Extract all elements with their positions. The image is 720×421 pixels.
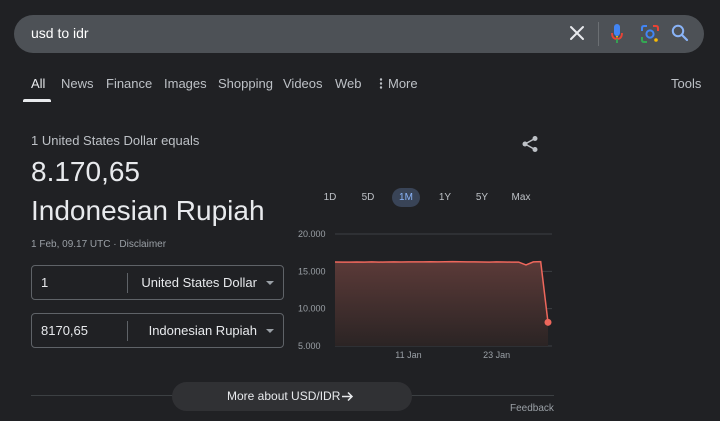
equals-label: 1 United States Dollar equals [31, 133, 200, 148]
exchange-rate-chart[interactable]: 20.000 15.000 10.000 5.000 11 Jan 23 Jan [290, 222, 560, 362]
microphone-icon[interactable] [609, 23, 625, 45]
search-bar[interactable] [14, 15, 704, 53]
y-tick-label: 15.000 [298, 266, 326, 276]
converted-unit: Indonesian Rupiah [31, 195, 265, 226]
range-5y[interactable]: 5Y [471, 188, 493, 207]
range-1d[interactable]: 1D [319, 188, 341, 207]
active-tab-indicator [23, 99, 51, 102]
y-tick-label: 10.000 [298, 304, 326, 314]
to-amount-input[interactable]: 8170,65 [41, 323, 88, 338]
more-dots-icon [379, 78, 383, 89]
range-5d[interactable]: 5D [357, 188, 379, 207]
more-about-button[interactable]: More about USD/IDR [172, 382, 412, 411]
chart-area-fill [335, 261, 548, 346]
feedback-link[interactable]: Feedback [510, 403, 554, 415]
search-icon[interactable] [671, 24, 689, 42]
x-tick-label: 11 Jan [395, 350, 421, 360]
to-currency-select[interactable]: Indonesian Rupiah [149, 323, 257, 338]
arrow-right-icon [342, 391, 354, 402]
search-input[interactable]: usd to idr [31, 24, 89, 42]
from-currency-box: 1 United States Dollar [31, 265, 284, 300]
tab-web[interactable]: Web [335, 76, 362, 91]
range-max[interactable]: Max [507, 188, 535, 207]
tab-more-label: More [388, 76, 418, 91]
lens-icon[interactable] [640, 24, 660, 44]
converted-value: 8.170,65 [31, 156, 140, 187]
from-currency-select[interactable]: United States Dollar [141, 275, 257, 290]
y-tick-label: 5.000 [298, 341, 321, 351]
tab-videos[interactable]: Videos [283, 76, 323, 91]
timestamp-disclaimer[interactable]: 1 Feb, 09.17 UTC · Disclaimer [31, 238, 166, 251]
tab-shopping[interactable]: Shopping [218, 76, 273, 91]
tab-more[interactable]: More [379, 76, 418, 91]
tools-button[interactable]: Tools [671, 76, 701, 91]
tab-all[interactable]: All [31, 76, 45, 91]
x-tick-label: 23 Jan [483, 350, 510, 360]
more-about-label: More about USD/IDR [227, 389, 341, 403]
chevron-down-icon[interactable] [266, 329, 274, 333]
box-separator [127, 321, 128, 341]
tab-images[interactable]: Images [164, 76, 207, 91]
range-1m[interactable]: 1M [392, 188, 420, 207]
share-icon[interactable] [521, 135, 539, 153]
box-separator [127, 273, 128, 293]
y-tick-label: 20.000 [298, 229, 326, 239]
to-currency-box: 8170,65 Indonesian Rupiah [31, 313, 284, 348]
tab-news[interactable]: News [61, 76, 94, 91]
search-divider [598, 22, 599, 46]
from-amount-input[interactable]: 1 [41, 275, 48, 290]
close-icon[interactable] [569, 25, 585, 41]
tab-finance[interactable]: Finance [106, 76, 152, 91]
chevron-down-icon[interactable] [266, 281, 274, 285]
range-1y[interactable]: 1Y [434, 188, 456, 207]
chart-last-point [544, 318, 552, 326]
